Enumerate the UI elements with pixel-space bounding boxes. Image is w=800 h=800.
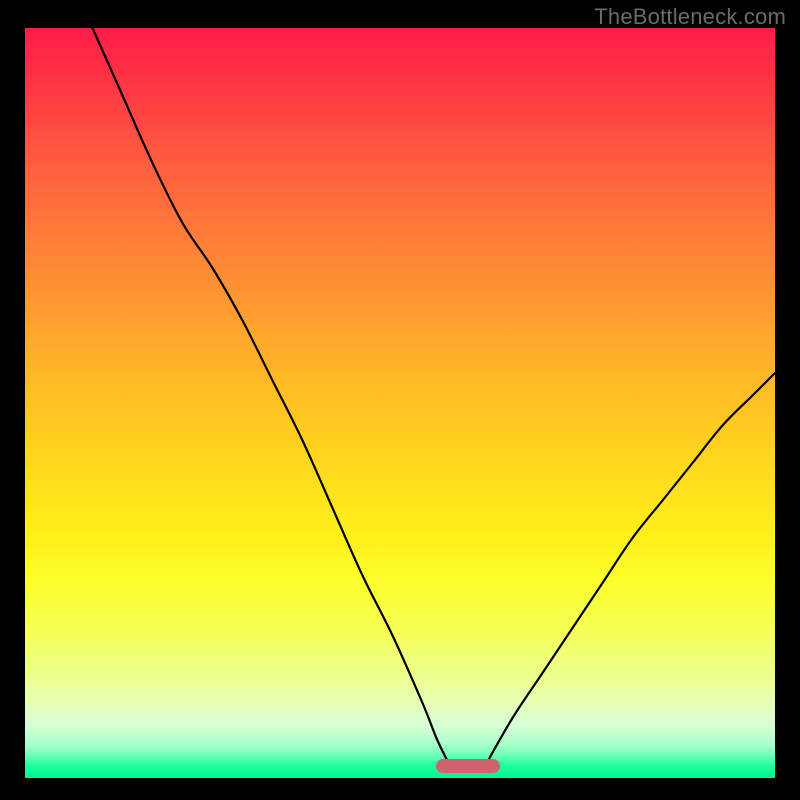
- watermark-text: TheBottleneck.com: [594, 4, 786, 30]
- plot-area: [25, 28, 775, 778]
- chart-frame: TheBottleneck.com: [0, 0, 800, 800]
- curve-left-branch: [93, 28, 453, 771]
- curve-right-branch: [483, 373, 776, 771]
- bottleneck-curve: [25, 28, 775, 778]
- optimal-marker: [436, 759, 500, 773]
